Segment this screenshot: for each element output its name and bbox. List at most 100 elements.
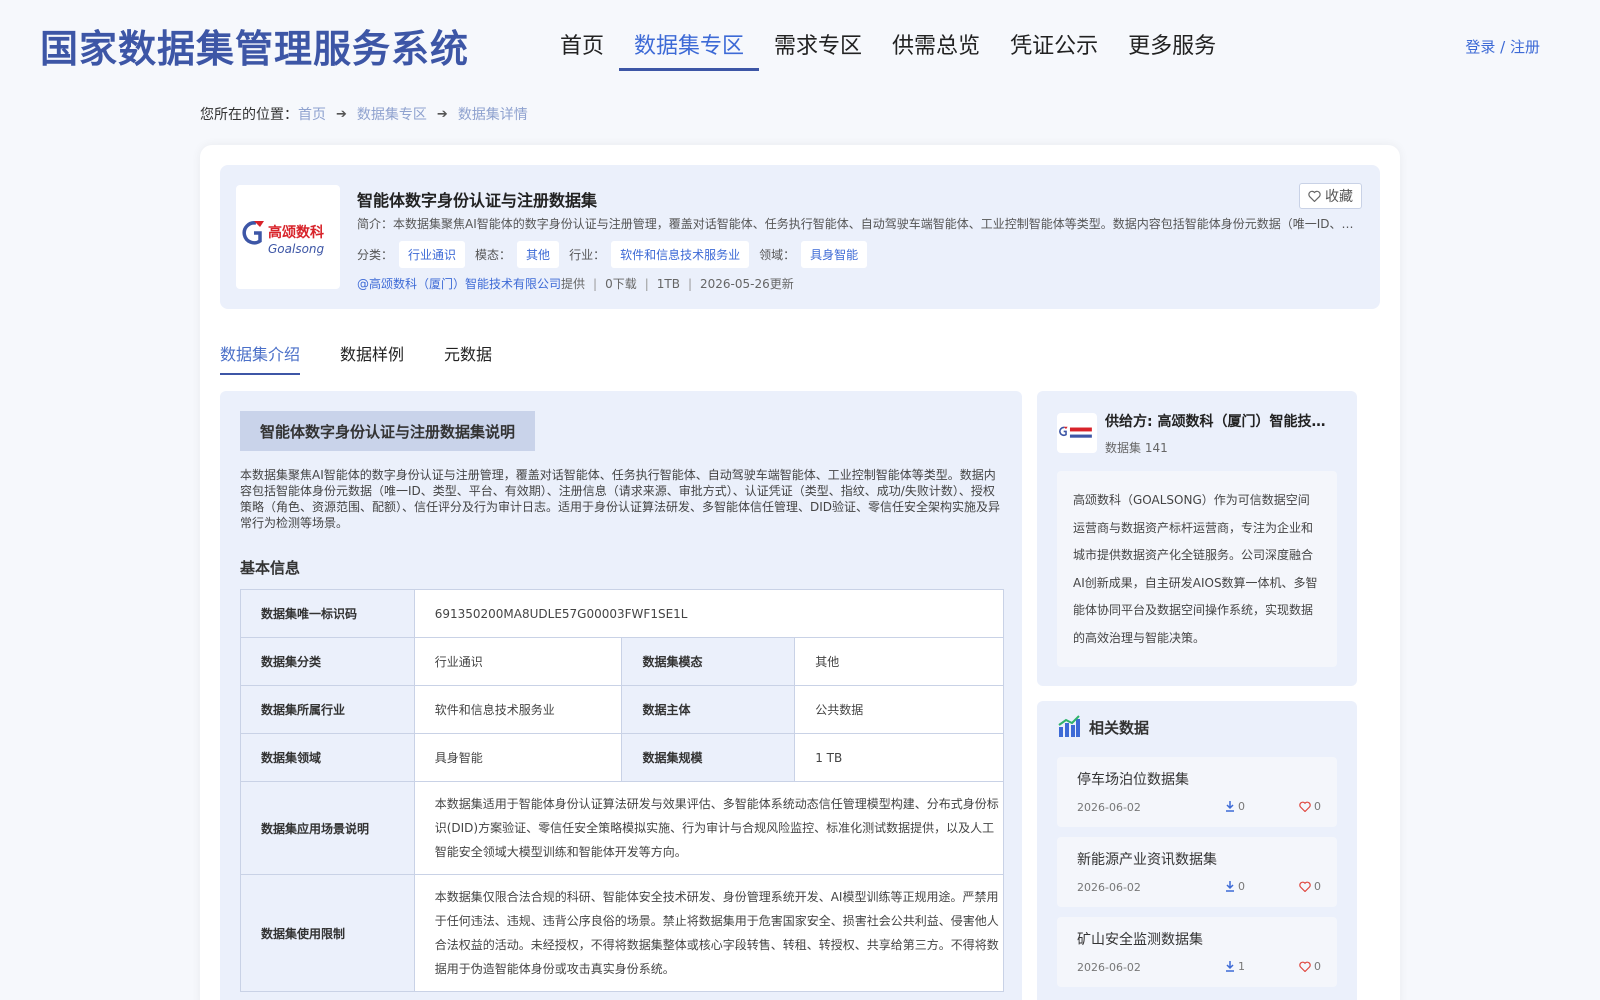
cell-value: 本数据集仅限合法合规的科研、智能体安全技术研发、身份管理系统开发、AI模型训练等…	[413, 874, 1005, 992]
nav-home[interactable]: 首页	[545, 22, 619, 71]
related-item-likes: 0	[1299, 880, 1321, 893]
tag-modality[interactable]: 其他	[517, 241, 560, 268]
introduction-panel: 智能体数字身份认证与注册数据集说明 本数据集聚焦AI智能体的数字身份认证与注册管…	[220, 391, 1022, 1000]
basic-info-table: 数据集唯一标识码 691350200MA8UDLE57G00003FWF1SE1…	[240, 589, 1005, 992]
download-icon	[1226, 961, 1234, 972]
related-item-name[interactable]: 矿山安全监测数据集	[1077, 929, 1203, 949]
dataset-detail-card: 高颂数科 Goalsong 智能体数字身份认证与注册数据集 收藏 简介：本数据集…	[200, 145, 1400, 1000]
dataset-meta: @高颂数科（厦门）智能技术有限公司提供 | 0下载 | 1TB | 2026-05-26更新	[357, 277, 794, 291]
related-item-likes: 0	[1299, 800, 1321, 813]
breadcrumb: 您所在的位置： 首页 ➔ 数据集专区 ➔ 数据集详情	[200, 104, 528, 124]
nav-overview[interactable]: 供需总览	[877, 22, 995, 71]
cell-value: 公共数据	[794, 685, 1004, 734]
like-count: 0	[1314, 960, 1321, 973]
table-row: 数据集所属行业 软件和信息技术服务业 数据主体 公共数据	[240, 685, 1004, 734]
table-row: 数据集使用限制 本数据集仅限合法合规的科研、智能体安全技术研发、身份管理系统开发…	[240, 874, 1005, 992]
table-row: 数据集唯一标识码 691350200MA8UDLE57G00003FWF1SE1…	[240, 589, 1005, 638]
site-title[interactable]: 国家数据集管理服务系统	[40, 18, 469, 73]
heart-icon	[1299, 881, 1311, 892]
download-icon	[1226, 801, 1234, 812]
supplier-dataset-count: 数据集 141	[1105, 441, 1168, 455]
svg-text:Goalsong: Goalsong	[268, 242, 325, 256]
related-item-likes: 0	[1299, 960, 1321, 973]
tag-industry[interactable]: 软件和信息技术服务业	[611, 241, 750, 268]
heart-icon	[1299, 801, 1311, 812]
provider-link[interactable]: @高颂数科（厦门）智能技术有限公司	[357, 277, 561, 291]
tag-label-industry: 行业：	[569, 248, 606, 262]
basic-info-heading: 基本信息	[240, 559, 301, 577]
cell-value: 具身智能	[413, 733, 623, 782]
related-item-downloads: 0	[1225, 880, 1245, 893]
related-item[interactable]: 矿山安全监测数据集 2026-06-02 1 0	[1057, 917, 1337, 987]
supplier-name[interactable]: 供给方: 高颂数科（厦门）智能技术有限公司	[1105, 411, 1339, 431]
breadcrumb-datasets[interactable]: 数据集专区	[357, 104, 427, 124]
tag-domain[interactable]: 具身智能	[801, 241, 868, 268]
tag-label-category: 分类：	[357, 248, 394, 262]
section-title: 智能体数字身份认证与注册数据集说明	[240, 411, 536, 451]
related-item-downloads: 0	[1225, 800, 1245, 813]
download-count: 0	[1238, 800, 1245, 813]
favorite-button[interactable]: 收藏	[1299, 183, 1362, 209]
related-item[interactable]: 新能源产业资讯数据集 2026-06-02 0 0	[1057, 837, 1337, 907]
cell-value: 691350200MA8UDLE57G00003FWF1SE1L	[413, 589, 1005, 638]
nav-datasets[interactable]: 数据集专区	[619, 22, 760, 71]
related-title: 相关数据	[1089, 718, 1150, 737]
goalsong-logo-icon	[1059, 426, 1092, 438]
tab-samples[interactable]: 数据样例	[340, 341, 404, 375]
dataset-size: 1TB	[656, 277, 680, 291]
cell-value: 软件和信息技术服务业	[413, 685, 623, 734]
tag-label-modality: 模态：	[475, 248, 512, 262]
related-item[interactable]: 停车场泊位数据集 2026-06-02 0 0	[1057, 757, 1337, 827]
cell-label: 数据集规模	[621, 733, 796, 782]
related-item-downloads: 1	[1225, 960, 1245, 973]
table-row: 数据集领域 具身智能 数据集规模 1 TB	[240, 733, 1004, 782]
favorite-label: 收藏	[1325, 189, 1353, 205]
dataset-title: 智能体数字身份认证与注册数据集	[357, 191, 598, 210]
tag-category[interactable]: 行业通识	[399, 241, 466, 268]
cell-label: 数据集使用限制	[240, 874, 415, 992]
login-register-link[interactable]: 登录 / 注册	[1465, 36, 1540, 57]
main-nav: 首页 数据集专区 需求专区 供需总览 凭证公示 更多服务	[545, 22, 1231, 71]
provider-suffix: 提供	[561, 277, 586, 291]
tab-metadata[interactable]: 元数据	[444, 341, 492, 375]
supplier-panel: 供给方: 高颂数科（厦门）智能技术有限公司 数据集 141 高颂数科（GOALS…	[1037, 391, 1357, 686]
cell-label: 数据集领域	[240, 733, 415, 782]
breadcrumb-prefix: 您所在的位置：	[200, 107, 298, 123]
dataset-header: 高颂数科 Goalsong 智能体数字身份认证与注册数据集 收藏 简介：本数据集…	[220, 165, 1380, 309]
heart-icon	[1299, 961, 1311, 972]
cell-value: 其他	[794, 637, 1004, 686]
related-heading: 相关数据	[1057, 715, 1149, 739]
dataset-intro: 简介：本数据集聚焦AI智能体的数字身份认证与注册管理，覆盖对话智能体、任务执行智…	[357, 217, 1357, 231]
cell-label: 数据集唯一标识码	[240, 589, 415, 638]
download-count: 0	[1238, 880, 1245, 893]
goalsong-logo-icon: 高颂数科 Goalsong	[242, 221, 325, 256]
related-item-date: 2026-06-02	[1077, 961, 1141, 974]
dataset-tags: 分类： 行业通识 模态： 其他 行业： 软件和信息技术服务业 领域： 具身智能	[357, 241, 877, 268]
updated-date: 2026-05-26更新	[700, 277, 794, 291]
cell-label: 数据集分类	[240, 637, 415, 686]
related-item-name[interactable]: 新能源产业资讯数据集	[1077, 849, 1217, 869]
cell-value: 行业通识	[413, 637, 623, 686]
nav-more-services[interactable]: 更多服务	[1113, 22, 1231, 71]
cell-value: 1 TB	[794, 733, 1004, 782]
table-row: 数据集分类 行业通识 数据集模态 其他	[240, 637, 1004, 686]
dataset-description: 本数据集聚焦AI智能体的数字身份认证与注册管理，覆盖对话智能体、任务执行智能体、…	[240, 468, 1001, 530]
related-item-date: 2026-06-02	[1077, 881, 1141, 894]
related-data-panel: 相关数据 停车场泊位数据集 2026-06-02 0 0 新能源产业资讯数据集 …	[1037, 701, 1357, 1000]
tag-label-domain: 领域：	[759, 248, 796, 262]
supplier-logo[interactable]	[1057, 413, 1097, 453]
nav-certificates[interactable]: 凭证公示	[995, 22, 1113, 71]
svg-text:高颂数科: 高颂数科	[268, 224, 324, 241]
top-header: 国家数据集管理服务系统 首页 数据集专区 需求专区 供需总览 凭证公示 更多服务…	[0, 0, 1600, 90]
nav-demands[interactable]: 需求专区	[759, 22, 877, 71]
like-count: 0	[1314, 800, 1321, 813]
download-count: 1	[1238, 960, 1245, 973]
bar-chart-icon	[1058, 715, 1080, 737]
arrow-right-icon: ➔	[436, 106, 448, 122]
tab-introduction[interactable]: 数据集介绍	[220, 341, 301, 375]
heart-icon	[1308, 190, 1321, 202]
related-item-name[interactable]: 停车场泊位数据集	[1077, 769, 1189, 789]
arrow-right-icon: ➔	[336, 106, 347, 122]
like-count: 0	[1314, 880, 1321, 893]
breadcrumb-home[interactable]: 首页	[298, 104, 326, 124]
